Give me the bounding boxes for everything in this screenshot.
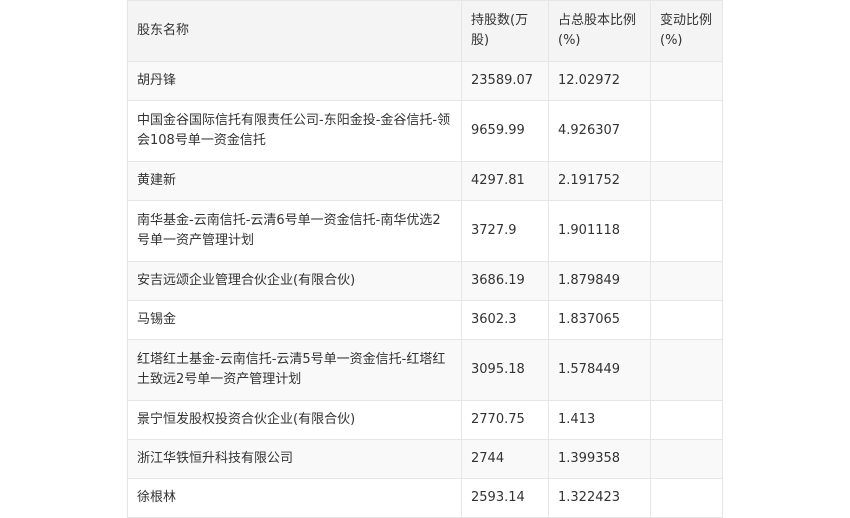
header-change-ratio: 变动比例(%) — [650, 0, 723, 62]
cell-share-count: 3095.18 — [461, 339, 549, 401]
cell-share-count: 4297.81 — [461, 161, 549, 201]
shareholder-table: 股东名称 持股数(万股) 占总股本比例(%) 变动比例(%) 胡丹锋 23589… — [127, 0, 723, 518]
table-row: 黄建新 4297.81 2.191752 — [127, 161, 723, 201]
cell-shareholder-name: 胡丹锋 — [127, 61, 462, 101]
cell-share-ratio: 1.399358 — [548, 439, 651, 479]
cell-share-count: 2593.14 — [461, 478, 549, 518]
table-row: 浙江华铁恒升科技有限公司 2744 1.399358 — [127, 439, 723, 479]
cell-shareholder-name: 马锡金 — [127, 300, 462, 340]
cell-change-ratio — [650, 400, 723, 440]
table-row: 南华基金-云南信托-云清6号单一资金信托-南华优选2号单一资产管理计划 3727… — [127, 200, 723, 262]
table-row: 徐根林 2593.14 1.322423 — [127, 478, 723, 518]
cell-shareholder-name: 中国金谷国际信托有限责任公司-东阳金投-金谷信托-领会108号单一资金信托 — [127, 100, 462, 162]
cell-share-ratio: 2.191752 — [548, 161, 651, 201]
table-header-row: 股东名称 持股数(万股) 占总股本比例(%) 变动比例(%) — [127, 0, 723, 62]
table-row: 胡丹锋 23589.07 12.02972 — [127, 61, 723, 101]
cell-share-count: 23589.07 — [461, 61, 549, 101]
cell-share-ratio: 1.879849 — [548, 261, 651, 301]
cell-share-ratio: 12.02972 — [548, 61, 651, 101]
cell-share-count: 2770.75 — [461, 400, 549, 440]
cell-change-ratio — [650, 439, 723, 479]
cell-shareholder-name: 景宁恒发股权投资合伙企业(有限合伙) — [127, 400, 462, 440]
cell-share-count: 9659.99 — [461, 100, 549, 162]
cell-share-count: 3686.19 — [461, 261, 549, 301]
cell-shareholder-name: 浙江华铁恒升科技有限公司 — [127, 439, 462, 479]
cell-shareholder-name: 南华基金-云南信托-云清6号单一资金信托-南华优选2号单一资产管理计划 — [127, 200, 462, 262]
cell-share-ratio: 1.837065 — [548, 300, 651, 340]
cell-share-count: 2744 — [461, 439, 549, 479]
table-row: 马锡金 3602.3 1.837065 — [127, 300, 723, 340]
cell-change-ratio — [650, 100, 723, 162]
table-row: 红塔红土基金-云南信托-云清5号单一资金信托-红塔红土致远2号单一资产管理计划 … — [127, 339, 723, 401]
cell-share-count: 3727.9 — [461, 200, 549, 262]
header-share-ratio: 占总股本比例(%) — [548, 0, 651, 62]
cell-shareholder-name: 徐根林 — [127, 478, 462, 518]
table-row: 景宁恒发股权投资合伙企业(有限合伙) 2770.75 1.413 — [127, 400, 723, 440]
cell-share-ratio: 1.578449 — [548, 339, 651, 401]
cell-change-ratio — [650, 478, 723, 518]
cell-share-ratio: 1.901118 — [548, 200, 651, 262]
cell-change-ratio — [650, 61, 723, 101]
table-row: 中国金谷国际信托有限责任公司-东阳金投-金谷信托-领会108号单一资金信托 96… — [127, 100, 723, 162]
shareholder-table-container: 股东名称 持股数(万股) 占总股本比例(%) 变动比例(%) 胡丹锋 23589… — [127, 0, 723, 518]
header-shareholder-name: 股东名称 — [127, 0, 462, 62]
header-share-count: 持股数(万股) — [461, 0, 549, 62]
cell-change-ratio — [650, 261, 723, 301]
cell-shareholder-name: 黄建新 — [127, 161, 462, 201]
cell-share-ratio: 1.322423 — [548, 478, 651, 518]
cell-share-count: 3602.3 — [461, 300, 549, 340]
cell-shareholder-name: 红塔红土基金-云南信托-云清5号单一资金信托-红塔红土致远2号单一资产管理计划 — [127, 339, 462, 401]
cell-change-ratio — [650, 200, 723, 262]
table-row: 安吉远颂企业管理合伙企业(有限合伙) 3686.19 1.879849 — [127, 261, 723, 301]
cell-change-ratio — [650, 300, 723, 340]
cell-shareholder-name: 安吉远颂企业管理合伙企业(有限合伙) — [127, 261, 462, 301]
cell-share-ratio: 1.413 — [548, 400, 651, 440]
cell-share-ratio: 4.926307 — [548, 100, 651, 162]
cell-change-ratio — [650, 339, 723, 401]
cell-change-ratio — [650, 161, 723, 201]
